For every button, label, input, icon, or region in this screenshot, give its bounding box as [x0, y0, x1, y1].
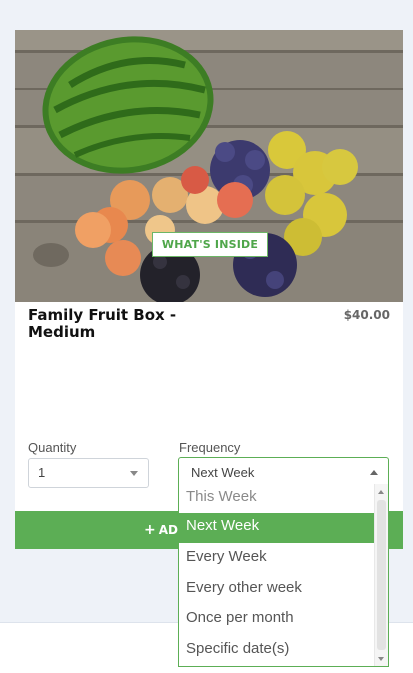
- product-title: Family Fruit Box - Medium: [28, 306, 177, 341]
- chevron-down-icon: [130, 471, 138, 476]
- frequency-label: Frequency: [179, 440, 241, 455]
- frequency-option-this-week[interactable]: This Week: [179, 484, 374, 514]
- fruit-photo: [15, 30, 403, 302]
- frequency-option-specific-dates[interactable]: Specific date(s): [179, 636, 374, 666]
- chevron-up-icon: [370, 470, 378, 475]
- whats-inside-button[interactable]: WHAT'S INSIDE: [152, 232, 268, 257]
- frequency-option-every-other-week[interactable]: Every other week: [179, 575, 374, 605]
- quantity-label: Quantity: [28, 440, 77, 455]
- product-image: WHAT'S INSIDE: [15, 30, 403, 302]
- dropdown-scrollbar[interactable]: [374, 484, 388, 666]
- frequency-select[interactable]: Next Week: [178, 457, 389, 487]
- frequency-value: Next Week: [191, 465, 255, 480]
- frequency-dropdown: This Week Next Week Every Week Every oth…: [178, 484, 389, 667]
- frequency-option-next-week[interactable]: Next Week: [179, 513, 374, 543]
- scroll-down-icon[interactable]: [378, 657, 384, 661]
- scroll-up-icon[interactable]: [378, 490, 384, 494]
- product-price: $40.00: [343, 308, 390, 322]
- scroll-thumb[interactable]: [377, 500, 386, 650]
- frequency-option-every-week[interactable]: Every Week: [179, 544, 374, 574]
- add-button-label: AD: [158, 523, 178, 537]
- frequency-option-once-per-month[interactable]: Once per month: [179, 605, 374, 635]
- plus-icon: +: [144, 522, 156, 538]
- quantity-value: 1: [38, 465, 46, 480]
- quantity-select[interactable]: 1: [28, 458, 149, 488]
